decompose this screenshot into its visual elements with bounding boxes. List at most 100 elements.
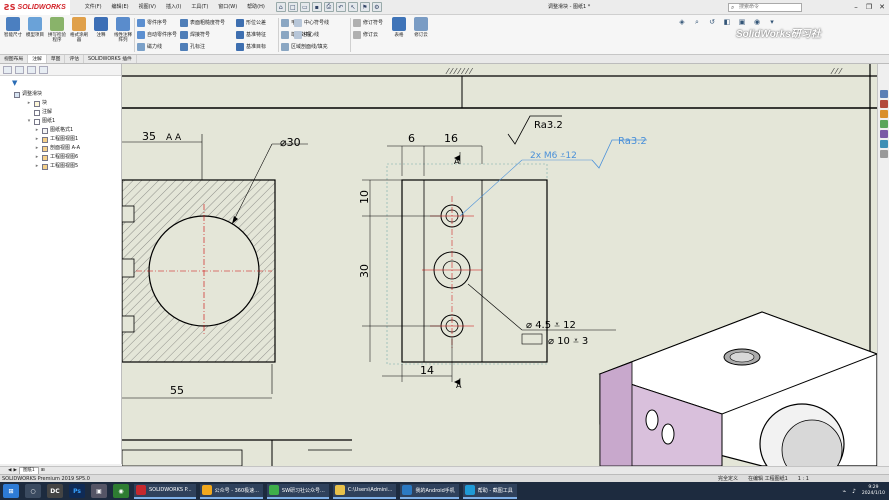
section-arrow-a-bottom[interactable]: A xyxy=(456,381,462,390)
search-taskbar-icon[interactable]: ○ xyxy=(25,484,41,498)
filter-icon[interactable]: ▼ xyxy=(0,76,121,90)
expander-icon[interactable]: ▸ xyxy=(34,126,40,135)
tree-item-blocks[interactable]: ▸ 块 xyxy=(0,99,121,108)
select-icon[interactable]: ↖ xyxy=(347,2,358,12)
dim-35[interactable]: 35 xyxy=(142,130,156,143)
tree-item-drawing-view1[interactable]: ▸ 工程图视图1 xyxy=(0,135,121,144)
home-icon[interactable]: ⌂ xyxy=(275,2,286,12)
config-tab-icon[interactable] xyxy=(27,65,36,74)
task-wechat-editor[interactable]: SW研习社公众号... xyxy=(266,483,329,499)
hole-callout-line2[interactable]: ⌀ 10 ⩡ 3 xyxy=(548,336,588,347)
property-tab-icon[interactable] xyxy=(15,65,24,74)
dc-app-icon[interactable]: DC xyxy=(47,484,63,498)
design-library-icon[interactable] xyxy=(879,100,888,108)
menu-window[interactable]: 窗口(W) xyxy=(213,0,242,15)
dim-6[interactable]: 6 xyxy=(408,132,415,145)
tree-item-drawing-view6[interactable]: ▸ 工程图视图6 xyxy=(0,153,121,162)
resources-icon[interactable] xyxy=(879,90,888,98)
auto-balloon-button[interactable]: 自动零件序号 xyxy=(137,29,177,40)
forum-icon[interactable] xyxy=(879,150,888,158)
appearances-icon[interactable] xyxy=(879,130,888,138)
new-icon[interactable]: □ xyxy=(287,2,298,12)
drawing-canvas[interactable]: ⁄ ⁄ ⁄ ⁄ ⁄ ⁄ ⁄ ⁄ ⁄ ⁄ 35 A A ⌀30 55 6 16 A… xyxy=(122,64,877,466)
tree-item-sheet-format[interactable]: ▸ 图纸格式1 xyxy=(0,126,121,135)
expander-icon[interactable]: ▸ xyxy=(26,99,32,108)
open-icon[interactable]: ▭ xyxy=(299,2,310,12)
centerline-button[interactable]: 中心线 xyxy=(294,29,319,40)
roughness-ra32-top[interactable]: Ra3.2 xyxy=(534,120,563,131)
tree-item-drawing-view5[interactable]: ▸ 工程图视图5 xyxy=(0,162,121,171)
hole-callout-2x-m6[interactable]: 2x M6 ⩡12 xyxy=(530,151,577,161)
linear-note-pattern-button[interactable]: 线性注释阵列 xyxy=(112,17,134,53)
center-mark-button[interactable]: 中心符号线 xyxy=(294,17,329,28)
undo-icon[interactable]: ↶ xyxy=(335,2,346,12)
tab-view-layout[interactable]: 视图布局 xyxy=(0,55,29,63)
rebuild-icon[interactable]: ⚑ xyxy=(359,2,370,12)
expander-icon[interactable]: ▸ xyxy=(34,135,40,144)
expander-icon[interactable]: ▸ xyxy=(34,144,40,153)
options-icon[interactable]: ⚙ xyxy=(371,2,382,12)
network-icon[interactable]: ⌁ xyxy=(842,488,846,495)
spell-checker-button[interactable]: 拼写检验程序 xyxy=(46,17,68,53)
datum-feature-button[interactable]: 基准特征 xyxy=(236,29,266,40)
save-icon[interactable]: ▪ xyxy=(311,2,322,12)
datum-target-button[interactable]: 基准目标 xyxy=(236,41,266,52)
geometric-tolerance-button[interactable]: 形位公差 xyxy=(236,17,266,28)
start-icon[interactable]: ⊞ xyxy=(3,484,19,498)
hole-callout-button[interactable]: 孔标注 xyxy=(180,41,205,52)
tree-item-annotations[interactable]: 注解 xyxy=(0,108,121,117)
drawing-view-isometric[interactable] xyxy=(598,311,877,466)
previous-view-icon[interactable]: ↺ xyxy=(706,18,718,28)
first-sheet-icon[interactable]: ◀ xyxy=(8,468,11,473)
task-snipping[interactable]: 帮助 - 截图工具 xyxy=(462,483,517,499)
dim-16[interactable]: 16 xyxy=(444,132,458,145)
tree-item-sheet1[interactable]: ▾ 图纸1 xyxy=(0,117,121,126)
menu-view[interactable]: 视图(V) xyxy=(134,0,161,15)
section-arrow-a-top[interactable]: A xyxy=(454,157,460,166)
area-hatch-button[interactable]: 区域剖面线/填充 xyxy=(281,41,328,52)
tree-item-section-view[interactable]: ▸ 剖面视图 A-A xyxy=(0,144,121,153)
menu-file[interactable]: 文件(F) xyxy=(80,0,107,15)
browser-icon[interactable]: ◉ xyxy=(113,484,129,498)
app-icon[interactable]: ▣ xyxy=(91,484,107,498)
dim-14[interactable]: 14 xyxy=(420,364,434,377)
model-items-button[interactable]: 模型项目 xyxy=(24,17,46,53)
tab-evaluate[interactable]: 评估 xyxy=(65,55,85,63)
menu-help[interactable]: 帮助(H) xyxy=(242,0,270,15)
restore-icon[interactable]: ❐ xyxy=(864,2,874,12)
add-sheet-icon[interactable]: ⊞ xyxy=(41,468,45,473)
custom-properties-icon[interactable] xyxy=(879,140,888,148)
volume-icon[interactable]: ♪ xyxy=(852,488,856,495)
expander-icon[interactable]: ▾ xyxy=(26,117,32,126)
balloon-button[interactable]: 零件序号 xyxy=(137,17,167,28)
drawing-view-front[interactable] xyxy=(362,115,647,386)
dim-55[interactable]: 55 xyxy=(170,384,184,397)
solidworks-logo[interactable]: ƧS SOLIDWORKS xyxy=(0,0,70,15)
revision-symbol-button[interactable]: 修订符号 xyxy=(353,17,383,28)
weld-symbol-button[interactable]: 焊接符号 xyxy=(180,29,210,40)
task-explorer[interactable]: C:\Users\Admini... xyxy=(332,483,397,499)
smart-dimension-button[interactable]: 智能尺寸 xyxy=(2,17,24,53)
tree-item-root[interactable]: 调整滑块 xyxy=(0,90,121,99)
menu-insert[interactable]: 插入(I) xyxy=(161,0,186,15)
tab-annotation[interactable]: 注解 xyxy=(28,55,47,63)
next-sheet-icon[interactable]: ▶ xyxy=(13,468,16,473)
section-view-icon[interactable]: ◧ xyxy=(721,18,733,28)
dim-30[interactable]: 30 xyxy=(358,264,371,278)
zoom-area-icon[interactable]: ⌕ xyxy=(691,18,703,28)
hole-callout-line1[interactable]: ⌀ 4.5 ⩡ 12 xyxy=(526,320,576,331)
feature-tree-tab-icon[interactable] xyxy=(3,65,12,74)
tab-addins[interactable]: SOLIDWORKS 插件 xyxy=(84,55,137,63)
minimize-icon[interactable]: – xyxy=(851,2,861,12)
tab-sketch[interactable]: 草图 xyxy=(47,55,66,63)
task-android[interactable]: 我的Android手机 xyxy=(400,483,459,499)
note-button[interactable]: 注释 xyxy=(90,17,112,53)
clock[interactable]: 9:29 2024/1/10 xyxy=(862,485,885,497)
menu-tools[interactable]: 工具(T) xyxy=(186,0,213,15)
close-icon[interactable]: ✕ xyxy=(877,2,887,12)
roughness-ra32-blue[interactable]: Ra3.2 xyxy=(618,136,647,147)
task-browser[interactable]: 公众号 - 360极速... xyxy=(199,483,263,499)
revision-cloud-button[interactable]: 修订云 xyxy=(353,29,378,40)
section-label[interactable]: A A xyxy=(166,133,182,143)
dim-phi30[interactable]: ⌀30 xyxy=(280,136,301,149)
